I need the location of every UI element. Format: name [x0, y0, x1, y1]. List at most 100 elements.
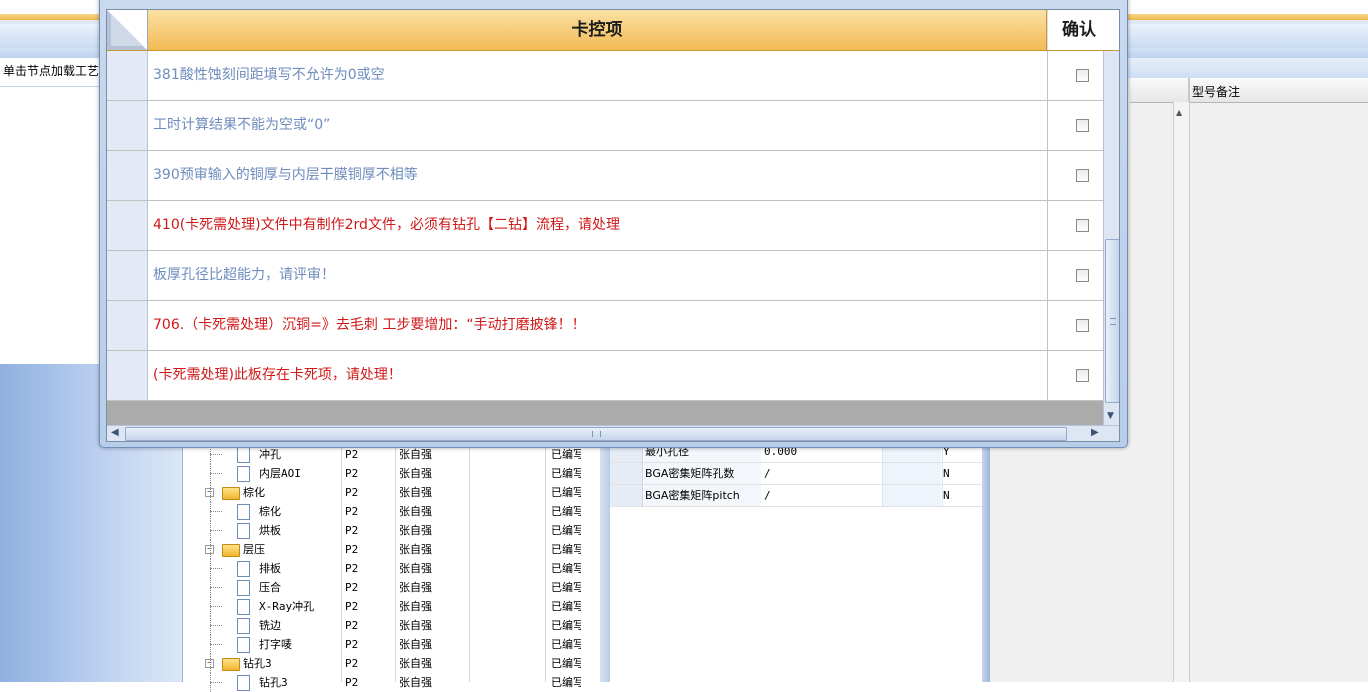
- tree-node-row[interactable]: − 层压 P2 张自强 已编写: [183, 540, 601, 559]
- node-status: 已编写: [551, 467, 581, 480]
- node-status: 已编写: [551, 676, 581, 689]
- confirm-checkbox[interactable]: [1076, 119, 1089, 132]
- row-header[interactable]: [107, 301, 148, 350]
- folder-icon: [222, 544, 240, 557]
- parameter-flag[interactable]: N: [942, 463, 981, 484]
- parameter-row[interactable]: BGA密集矩阵pitch / N: [610, 485, 982, 507]
- column-header-model-remark[interactable]: 型号备注: [1192, 83, 1240, 100]
- node-name: 铣边: [259, 619, 281, 632]
- horizontal-scroll-thumb[interactable]: [125, 427, 1067, 441]
- node-status: 已编写: [551, 524, 581, 537]
- node-author: 张自强: [399, 505, 432, 518]
- row-header[interactable]: [107, 351, 148, 400]
- node-author: 张自强: [399, 638, 432, 651]
- confirm-cell: [1047, 201, 1104, 250]
- tree-node-row[interactable]: 内层AOI P2 张自强 已编写: [183, 464, 601, 483]
- confirm-checkbox[interactable]: [1076, 269, 1089, 282]
- confirm-cell: [1047, 51, 1104, 100]
- node-level: P2: [345, 581, 359, 594]
- parameter-row[interactable]: BGA密集矩阵孔数 / N: [610, 463, 982, 485]
- node-level: P2: [345, 486, 359, 499]
- tree-node-row[interactable]: 打字唛 P2 张自强 已编写: [183, 635, 601, 654]
- row-header[interactable]: [610, 485, 643, 506]
- tree-node-row[interactable]: 排板 P2 张自强 已编写: [183, 559, 601, 578]
- node-status: 已编写: [551, 581, 581, 594]
- parameter-extra-cell[interactable]: [882, 463, 941, 484]
- tree-node-row[interactable]: − 钻孔3 P2 张自强 已编写: [183, 654, 601, 673]
- control-item-text: 410(卡死需处理)文件中有制作2rd文件，必须有钻孔【二钻】流程，请处理: [153, 217, 620, 233]
- tree-guide-line: [210, 464, 212, 483]
- parameter-value[interactable]: /: [762, 463, 882, 484]
- node-author: 张自强: [399, 600, 432, 613]
- node-status: 已编写: [551, 543, 581, 556]
- confirm-checkbox[interactable]: [1076, 369, 1089, 382]
- tree-splitter[interactable]: [600, 440, 610, 682]
- control-item-row[interactable]: 410(卡死需处理)文件中有制作2rd文件，必须有钻孔【二钻】流程，请处理: [107, 201, 1103, 251]
- control-item-row[interactable]: (卡死需处理)此板存在卡死项，请处理！: [107, 351, 1103, 401]
- document-icon: [237, 523, 250, 539]
- row-header[interactable]: [107, 151, 148, 200]
- select-all-corner[interactable]: [107, 10, 148, 50]
- row-header[interactable]: [107, 51, 148, 100]
- node-level: P2: [345, 619, 359, 632]
- control-item-text: 工时计算结果不能为空或“0”: [153, 117, 331, 133]
- scroll-left-arrow-icon[interactable]: ◀: [111, 427, 119, 438]
- node-level: P2: [345, 600, 359, 613]
- tree-guide-line: [210, 635, 212, 654]
- row-header[interactable]: [107, 201, 148, 250]
- process-tree[interactable]: 冲孔 P2 张自强 已编写 内层AOI P2 张自强 已编写 − 棕化 P2 张自强 已编写 棕化 P2 张自…: [182, 440, 601, 692]
- confirm-checkbox[interactable]: [1076, 169, 1089, 182]
- tree-node-row[interactable]: 钻孔3 P2 张自强 已编写: [183, 673, 601, 692]
- control-item-text: 381酸性蚀刻间距填写不允许为0或空: [153, 67, 385, 83]
- tree-node-row[interactable]: 棕化 P2 张自强 已编写: [183, 502, 601, 521]
- node-name: 钻孔3: [243, 657, 272, 670]
- confirm-checkbox[interactable]: [1076, 319, 1089, 332]
- row-header[interactable]: [107, 101, 148, 150]
- row-header[interactable]: [610, 463, 643, 484]
- grid-vertical-scrollbar[interactable]: ▼: [1103, 51, 1119, 425]
- tree-guide-line: [210, 578, 212, 597]
- parameter-value[interactable]: /: [762, 485, 882, 506]
- confirm-cell: [1047, 101, 1104, 150]
- control-item-row[interactable]: 390预审输入的铜厚与内层干膜铜厚不相等: [107, 151, 1103, 201]
- column-header-control-item[interactable]: 卡控项: [148, 10, 1047, 50]
- node-level: P2: [345, 543, 359, 556]
- node-status: 已编写: [551, 505, 581, 518]
- confirm-checkbox[interactable]: [1076, 219, 1089, 232]
- tree-node-row[interactable]: 烘板 P2 张自强 已编写: [183, 521, 601, 540]
- parameter-flag[interactable]: N: [942, 485, 981, 506]
- document-icon: [237, 637, 250, 653]
- scroll-right-arrow-icon[interactable]: ▶: [1091, 427, 1099, 438]
- node-level: P2: [345, 562, 359, 575]
- confirm-checkbox[interactable]: [1076, 69, 1089, 82]
- parameter-extra-cell[interactable]: [882, 485, 941, 506]
- control-item-row[interactable]: 板厚孔径比超能力，请评审！: [107, 251, 1103, 301]
- column-header-confirm[interactable]: 确认: [1047, 10, 1119, 50]
- tree-node-row[interactable]: − 棕化 P2 张自强 已编写: [183, 483, 601, 502]
- document-icon: [237, 504, 250, 520]
- tree-guide-line: [210, 597, 212, 616]
- tree-node-row[interactable]: 压合 P2 张自强 已编写: [183, 578, 601, 597]
- row-header[interactable]: [107, 251, 148, 300]
- scroll-up-arrow-icon[interactable]: ▲: [1176, 108, 1182, 117]
- tree-node-row[interactable]: X-Ray冲孔 P2 张自强 已编写: [183, 597, 601, 616]
- node-status: 已编写: [551, 600, 581, 613]
- node-level: P2: [345, 657, 359, 670]
- param-splitter[interactable]: [982, 440, 990, 682]
- node-name: 烘板: [259, 524, 281, 537]
- document-icon: [237, 447, 250, 463]
- parameter-grid[interactable]: 最小孔径 0.000 Y BGA密集矩阵孔数 / N BGA密集矩阵pitch / N: [610, 440, 982, 682]
- node-name: 内层AOI: [259, 467, 301, 480]
- scroll-down-arrow-icon[interactable]: ▼: [1107, 411, 1114, 421]
- node-author: 张自强: [399, 486, 432, 499]
- tree-node-row[interactable]: 铣边 P2 张自强 已编写: [183, 616, 601, 635]
- right-vertical-scrollbar[interactable]: [1173, 102, 1189, 682]
- node-author: 张自强: [399, 676, 432, 689]
- left-process-panel[interactable]: [0, 58, 111, 364]
- grid-horizontal-scrollbar[interactable]: ◀ ▶: [107, 425, 1119, 441]
- tree-guide-line: [210, 540, 212, 559]
- control-item-row[interactable]: 381酸性蚀刻间距填写不允许为0或空: [107, 51, 1103, 101]
- vertical-scroll-thumb[interactable]: [1105, 239, 1119, 403]
- control-item-row[interactable]: 工时计算结果不能为空或“0”: [107, 101, 1103, 151]
- control-item-row[interactable]: 706.（卡死需处理）沉铜=》去毛刺 工步要增加：“手动打磨披锋！！: [107, 301, 1103, 351]
